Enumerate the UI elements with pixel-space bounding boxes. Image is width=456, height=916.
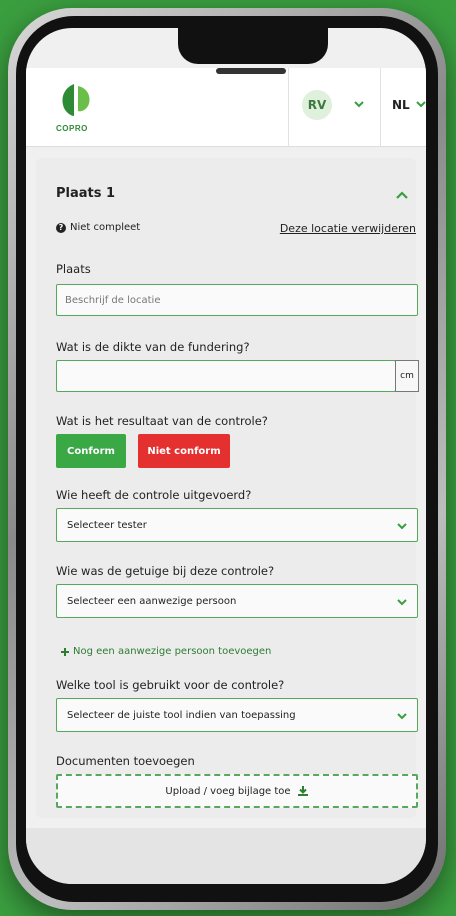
- witness-selected: Selecteer een aanwezige persoon: [67, 595, 237, 607]
- add-person-link[interactable]: Nog een aanwezige persoon toevoegen: [60, 646, 271, 657]
- header-divider: [288, 68, 289, 146]
- plaats-input[interactable]: Beschrijf de locatie: [56, 284, 418, 316]
- status-indicator: ? Niet compleet: [56, 222, 140, 233]
- chevron-down-icon: [397, 599, 407, 606]
- add-person-text: Nog een aanwezige persoon toevoegen: [73, 646, 272, 657]
- chevron-up-icon[interactable]: [396, 190, 408, 200]
- plus-icon: [61, 647, 69, 656]
- header-divider: [380, 68, 381, 146]
- result-label: Wat is het resultaat van de controle?: [56, 414, 268, 428]
- unit-cm: cm: [395, 360, 419, 392]
- bottom-area: [26, 828, 426, 884]
- card-title: Plaats 1: [56, 186, 116, 201]
- chevron-down-icon: [397, 523, 407, 530]
- upload-text: Upload / voeg bijlage toe: [165, 785, 291, 797]
- tester-label: Wie heeft de controle uitgevoerd?: [56, 488, 252, 502]
- tool-select[interactable]: Selecteer de juiste tool indien van toep…: [56, 698, 418, 732]
- conform-button[interactable]: Conform: [56, 434, 126, 468]
- chevron-down-icon[interactable]: [354, 99, 364, 109]
- tool-label: Welke tool is gebruikt voor de controle?: [56, 678, 285, 692]
- thickness-input[interactable]: [56, 360, 396, 392]
- language-selector[interactable]: NL: [392, 98, 410, 112]
- phone-speaker: [216, 68, 286, 74]
- phone-notch: [178, 28, 328, 64]
- not-conform-button[interactable]: Niet conform: [138, 434, 230, 468]
- witness-label: Wie was de getuige bij deze controle?: [56, 564, 275, 578]
- chevron-down-icon[interactable]: [416, 99, 426, 109]
- tool-selected: Selecteer de juiste tool indien van toep…: [67, 709, 296, 721]
- documents-label: Documenten toevoegen: [56, 754, 195, 768]
- tester-select[interactable]: Selecteer tester: [56, 508, 418, 542]
- user-avatar[interactable]: RV: [302, 90, 332, 120]
- witness-select[interactable]: Selecteer een aanwezige persoon: [56, 584, 418, 618]
- tester-selected: Selecteer tester: [67, 519, 147, 531]
- question-circle-icon: ?: [56, 222, 66, 233]
- upload-dropzone[interactable]: Upload / voeg bijlage toe: [56, 774, 418, 808]
- app-screen: COPRO RV NL Plaats 1 ? Niet compleet Dez…: [26, 28, 426, 884]
- thickness-label: Wat is de dikte van de fundering?: [56, 340, 250, 354]
- chevron-down-icon: [397, 713, 407, 720]
- plaats-label: Plaats: [56, 262, 91, 276]
- logo-text: COPRO: [56, 124, 88, 133]
- location-card: Plaats 1 ? Niet compleet Deze locatie ve…: [36, 158, 419, 818]
- download-icon: [297, 786, 308, 796]
- status-text: Niet compleet: [70, 222, 141, 233]
- remove-location-link[interactable]: Deze locatie verwijderen: [280, 222, 416, 235]
- app-header: COPRO RV NL: [26, 68, 426, 147]
